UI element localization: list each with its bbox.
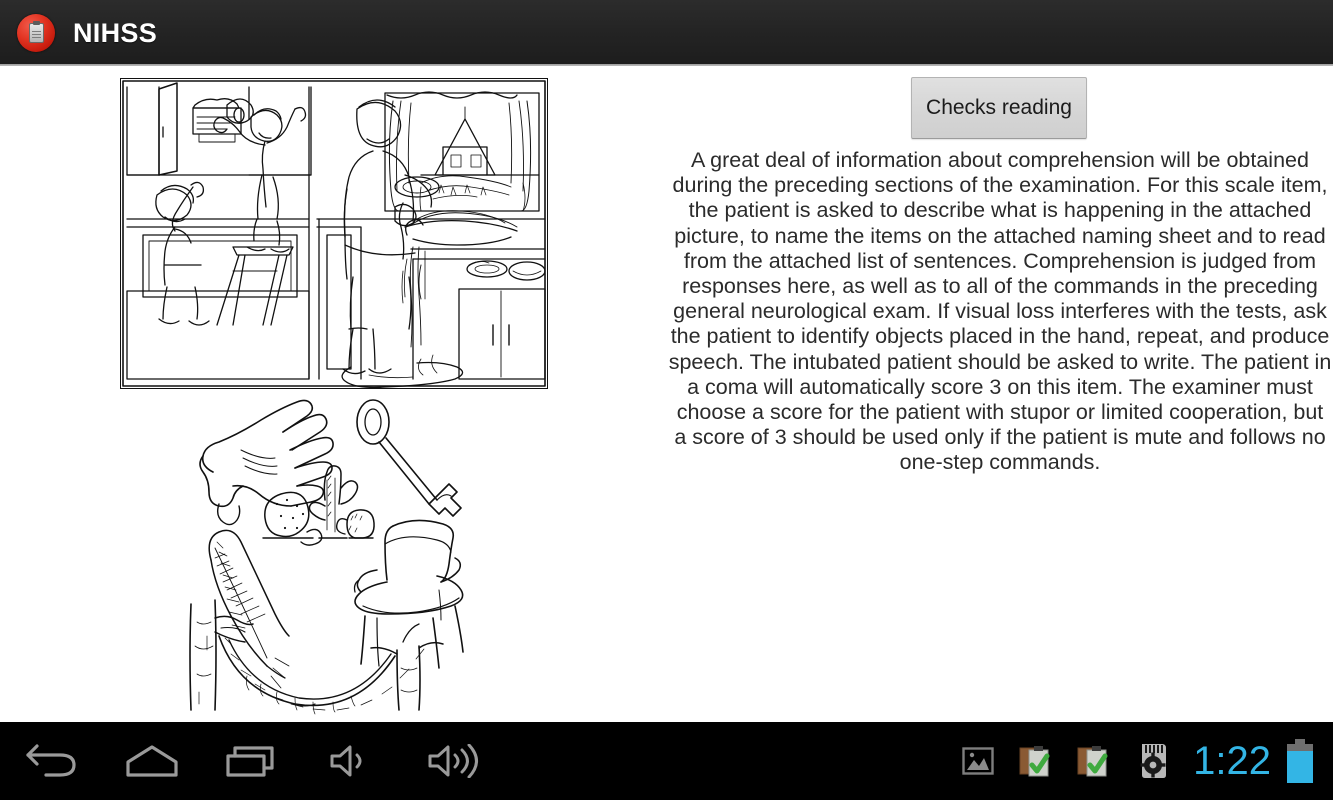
clipboard-check-icon-1[interactable] (1007, 722, 1065, 800)
sdcard-gear-icon (1140, 744, 1167, 778)
sdcard-settings-icon[interactable] (1123, 722, 1181, 800)
status-clock[interactable]: 1:22 (1193, 741, 1271, 781)
clipboard-check-icon (1077, 746, 1108, 777)
page-title: NIHSS (73, 17, 158, 48)
main-content: Checks reading A great deal of informati… (0, 66, 1333, 722)
checks-reading-button[interactable]: Checks reading (911, 77, 1087, 139)
battery-level (1287, 744, 1313, 783)
volume-down-button[interactable] (302, 722, 402, 800)
back-button[interactable] (2, 722, 102, 800)
recent-apps-icon (226, 746, 274, 777)
volume-up-button[interactable] (402, 722, 502, 800)
clipboard-check-icon (1019, 746, 1050, 777)
kitchen-scene-picture (120, 78, 548, 389)
image-frame-icon (962, 747, 994, 775)
home-button[interactable] (102, 722, 202, 800)
recent-apps-button[interactable] (202, 722, 302, 800)
volume-up-icon (428, 744, 478, 778)
nav-buttons-group (2, 722, 502, 800)
battery-icon[interactable] (1287, 739, 1313, 783)
android-navigation-bar: 1:22 (0, 722, 1333, 800)
back-arrow-icon (26, 744, 76, 777)
volume-down-icon (330, 745, 362, 777)
checks-reading-description: A great deal of information about compre… (668, 148, 1332, 475)
naming-sheet-picture (185, 392, 485, 722)
clipboard-check-icon-2[interactable] (1065, 722, 1123, 800)
home-icon (126, 745, 178, 777)
app-title-bar: NIHSS (0, 0, 1333, 66)
status-tray: 1:22 (949, 722, 1333, 800)
nihss-app-icon (17, 14, 55, 52)
clipboard-glyph (28, 21, 44, 43)
screenshot-image-icon[interactable] (949, 722, 1007, 800)
